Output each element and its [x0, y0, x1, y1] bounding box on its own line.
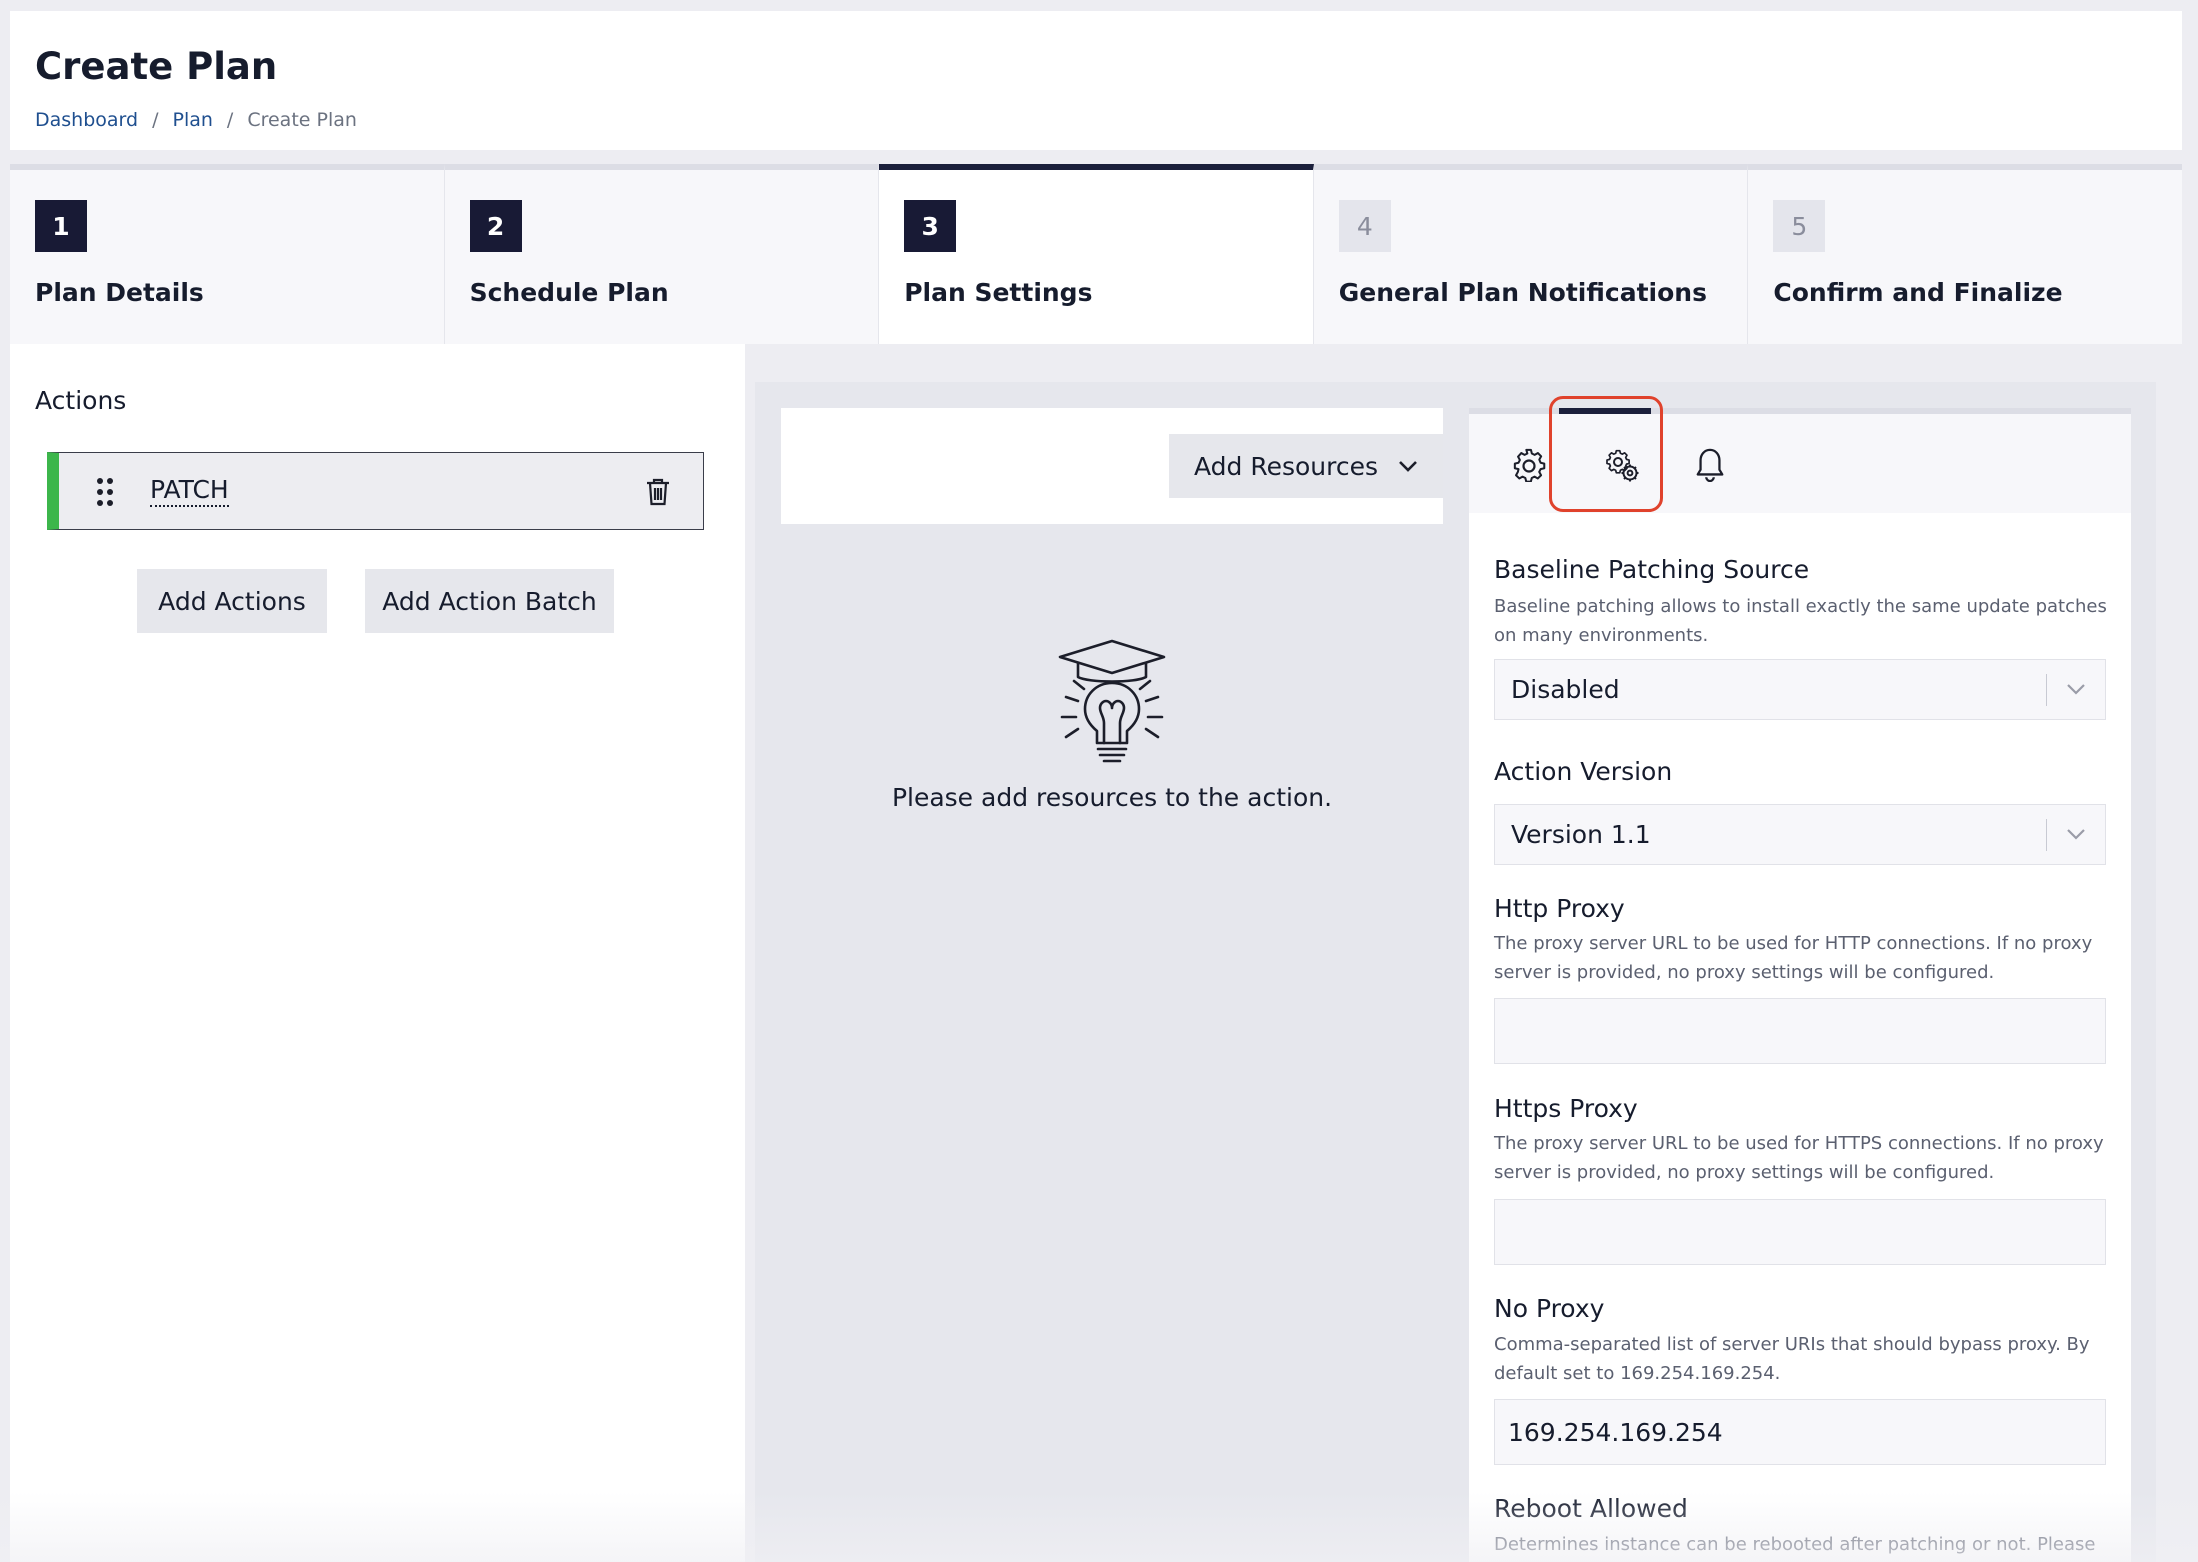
- action-version-select[interactable]: Version 1.1: [1494, 804, 2106, 865]
- add-action-batch-button[interactable]: Add Action Batch: [365, 569, 614, 633]
- https-proxy-input[interactable]: [1494, 1199, 2106, 1265]
- gear-icon[interactable]: [1513, 448, 1547, 482]
- action-item-patch[interactable]: PATCH: [47, 452, 704, 530]
- step-label: General Plan Notifications: [1338, 278, 1707, 307]
- reboot-allowed-description: Determines instance can be rebooted afte…: [1494, 1534, 2096, 1555]
- no-proxy-input[interactable]: [1494, 1399, 2106, 1465]
- step-general-plan-notifications[interactable]: 4 General Plan Notifications: [1313, 164, 1749, 344]
- no-proxy-label: No Proxy: [1494, 1294, 1605, 1323]
- step-label: Schedule Plan: [469, 278, 669, 307]
- bell-icon[interactable]: [1695, 448, 1725, 482]
- baseline-source-select[interactable]: Disabled: [1494, 659, 2106, 720]
- select-divider: [2045, 674, 2047, 706]
- add-resources-button[interactable]: Add Resources: [1169, 434, 1443, 498]
- step-label: Confirm and Finalize: [1773, 278, 2063, 307]
- breadcrumb-current: Create Plan: [247, 109, 357, 131]
- step-confirm-and-finalize[interactable]: 5 Confirm and Finalize: [1748, 164, 2182, 344]
- action-settings-panel: Baseline Patching Source Baseline patchi…: [1469, 396, 2131, 1562]
- add-resources-label: Add Resources: [1193, 451, 1379, 481]
- breadcrumb: Dashboard / Plan / Create Plan: [35, 109, 357, 131]
- select-divider: [2045, 819, 2047, 851]
- action-version-label: Action Version: [1494, 757, 1673, 786]
- step-number: 4: [1338, 200, 1391, 252]
- drag-handle-icon[interactable]: [95, 477, 115, 507]
- lightbulb-graduation-icon: [1058, 639, 1166, 763]
- step-number: 1: [35, 200, 87, 252]
- http-proxy-label: Http Proxy: [1494, 894, 1625, 923]
- step-number: 3: [904, 200, 957, 252]
- page-title: Create Plan: [35, 45, 278, 88]
- baseline-source-label: Baseline Patching Source: [1494, 555, 1810, 584]
- baseline-source-description: Baseline patching allows to install exac…: [1494, 596, 2107, 646]
- plan-stepper: 1 Plan Details 2 Schedule Plan 3 Plan Se…: [10, 164, 2182, 344]
- resources-toolbar: Add Resources: [781, 408, 1443, 524]
- step-label: Plan Settings: [904, 278, 1093, 307]
- chevron-down-icon: [1399, 461, 1417, 472]
- empty-state-message: Please add resources to the action.: [891, 783, 1333, 812]
- reboot-allowed-label: Reboot Allowed: [1494, 1494, 1688, 1523]
- step-label: Plan Details: [35, 278, 204, 307]
- no-proxy-description: Comma-separated list of server URIs that…: [1494, 1334, 2090, 1384]
- chevron-down-icon: [2067, 684, 2085, 695]
- breadcrumb-separator: /: [152, 109, 159, 131]
- step-plan-settings[interactable]: 3 Plan Settings: [879, 164, 1314, 344]
- http-proxy-input[interactable]: [1494, 998, 2106, 1064]
- https-proxy-description: The proxy server URL to be used for HTTP…: [1494, 1133, 2104, 1183]
- http-proxy-description: The proxy server URL to be used for HTTP…: [1494, 933, 2093, 983]
- page-header: Create Plan Dashboard / Plan / Create Pl…: [10, 11, 2182, 150]
- advanced-settings-icon[interactable]: [1605, 448, 1639, 482]
- step-plan-details[interactable]: 1 Plan Details: [10, 164, 445, 344]
- trash-icon[interactable]: [645, 477, 671, 507]
- breadcrumb-separator: /: [226, 109, 234, 131]
- baseline-source-value: Disabled: [1511, 675, 1620, 704]
- settings-tabs: [1469, 396, 2131, 513]
- actions-title: Actions: [35, 386, 127, 415]
- breadcrumb-dashboard[interactable]: Dashboard: [35, 109, 138, 131]
- breadcrumb-plan[interactable]: Plan: [173, 109, 213, 131]
- actions-panel: Actions PATCH Add Actions Add Action Bat…: [10, 344, 745, 1562]
- action-version-value: Version 1.1: [1511, 820, 1651, 849]
- action-name[interactable]: PATCH: [150, 475, 229, 507]
- add-actions-button[interactable]: Add Actions: [137, 569, 327, 633]
- step-schedule-plan[interactable]: 2 Schedule Plan: [444, 164, 880, 344]
- chevron-down-icon: [2067, 829, 2085, 840]
- empty-state: Please add resources to the action.: [781, 637, 1443, 812]
- step-number: 2: [469, 200, 522, 252]
- https-proxy-label: Https Proxy: [1494, 1094, 1638, 1123]
- step-number: 5: [1773, 200, 1826, 252]
